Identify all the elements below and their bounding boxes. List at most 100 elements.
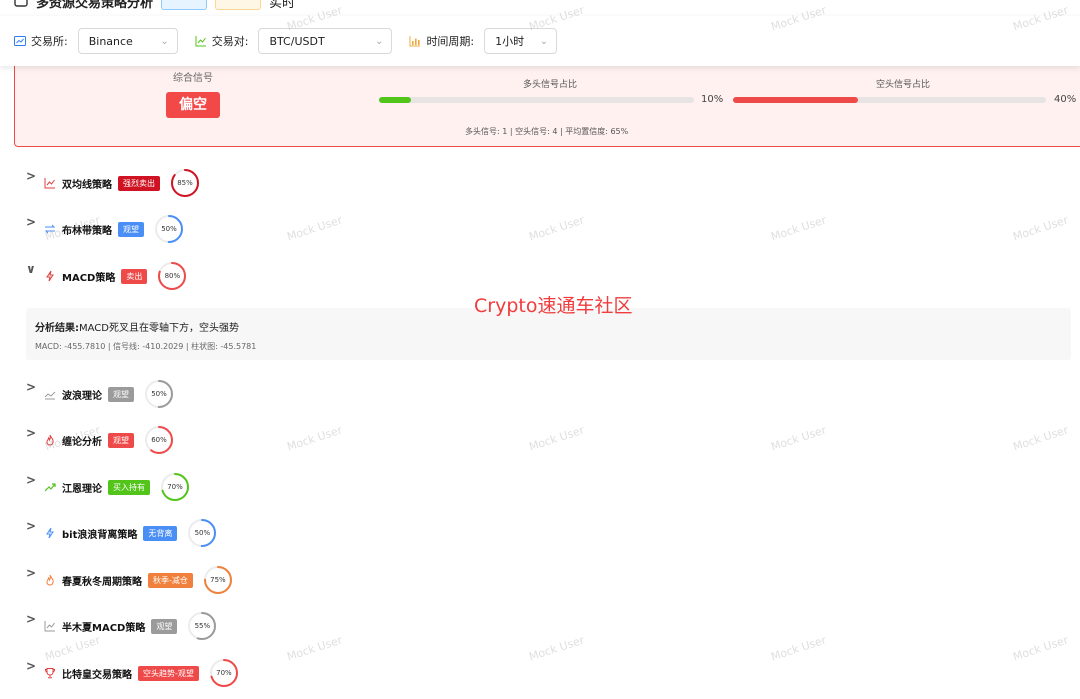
strategy-row[interactable]: > 缠论分析 观望 60% xyxy=(26,423,174,457)
fire-icon xyxy=(42,572,58,588)
strategy-signal-tag: 观望 xyxy=(151,618,178,634)
pair-filter: 交易对: BTC/USDT ⌄ xyxy=(195,28,393,54)
strategy-name: 波浪理论 xyxy=(62,390,102,402)
line-chart-icon xyxy=(195,36,206,47)
filter-bar: 交易所: Binance ⌄ 交易对: BTC/USDT ⌄ 时间周期: 1小时… xyxy=(0,16,1080,66)
confidence-ring: 55% xyxy=(187,611,217,641)
user-watermark: Mock User xyxy=(527,213,586,244)
user-watermark: Mock User xyxy=(769,213,828,244)
chevron-right-icon[interactable]: > xyxy=(26,612,40,626)
lightning-icon xyxy=(42,525,58,541)
analysis-result-text: MACD死叉且在零轴下方，空头强势 xyxy=(79,323,239,334)
title-icon xyxy=(14,0,28,11)
strategy-row[interactable]: > 比特皇交易策略 空头趋势-观望 70% xyxy=(26,656,239,690)
chevron-right-icon[interactable]: > xyxy=(26,473,40,487)
confidence-ring: 50% xyxy=(154,214,184,244)
strategy-signal-tag: 观望 xyxy=(108,432,134,448)
strategy-signal-tag: 无背离 xyxy=(143,525,178,541)
confidence-value: 80% xyxy=(164,272,181,280)
confidence-value: 70% xyxy=(216,669,232,677)
chevron-right-icon[interactable]: > xyxy=(26,519,40,533)
user-watermark: Mock User xyxy=(769,633,828,664)
lightning-icon xyxy=(42,268,58,284)
pair-label: 交易对: xyxy=(211,35,249,48)
user-watermark: Mock User xyxy=(1011,423,1070,454)
strategy-signal-tag: 强烈卖出 xyxy=(118,175,160,191)
confidence-ring: 75% xyxy=(203,565,233,595)
page-title-strip: 多资源交易策略分析 实时 xyxy=(0,0,1080,14)
macd-values: MACD: -455.7810 | 信号线: -410.2029 | 柱状图: … xyxy=(35,342,257,351)
strategy-signal-tag: 秋季-减仓 xyxy=(148,572,193,588)
strategy-name: 江恩理论 xyxy=(62,483,102,495)
pair-select[interactable]: BTC/USDT ⌄ xyxy=(258,28,393,54)
chevron-down-icon: ⌄ xyxy=(160,35,169,47)
swap-arrows-icon xyxy=(42,221,58,237)
user-watermark: Mock User xyxy=(1011,633,1070,664)
summary-card: 综合信号 偏空 多头信号占比 10% 空头信号占比 40% 多头信号: 1 | … xyxy=(14,58,1080,147)
area-chart-icon xyxy=(42,386,58,402)
strategy-row[interactable]: > 布林带策略 观望 50% xyxy=(26,212,184,246)
strategy-name: bit浪浪背离策略 xyxy=(62,529,138,541)
strategy-signal-tag: 观望 xyxy=(108,386,134,402)
short-ratio-bar xyxy=(733,97,1046,103)
confidence-value: 55% xyxy=(194,622,211,630)
strategy-name: MACD策略 xyxy=(62,272,116,284)
user-watermark: Mock User xyxy=(285,213,344,244)
confidence-ring: 70% xyxy=(160,472,190,502)
chevron-right-icon[interactable]: > xyxy=(26,169,40,183)
strategy-signal-tag: 观望 xyxy=(118,221,144,237)
line-chart-icon xyxy=(42,175,58,191)
line-chart-icon xyxy=(42,618,58,634)
period-filter: 时间周期: 1小时 ⌄ xyxy=(409,28,558,54)
strategy-row[interactable]: > bit浪浪背离策略 无背离 50% xyxy=(26,516,217,550)
short-ratio-value: 40% xyxy=(1054,94,1077,105)
chevron-right-icon[interactable]: > xyxy=(26,215,40,229)
strategy-name: 双均线策略 xyxy=(62,179,112,191)
strategy-row[interactable]: ∨ MACD策略 卖出 80% xyxy=(26,259,187,293)
chevron-right-icon[interactable]: > xyxy=(26,380,40,394)
bar-chart-icon xyxy=(409,36,421,47)
status-badge xyxy=(215,0,262,10)
exchange-label: 交易所: xyxy=(31,35,68,48)
confidence-value: 75% xyxy=(210,576,226,584)
analysis-result-label: 分析结果: xyxy=(35,323,79,334)
trophy-icon xyxy=(42,665,58,681)
period-select[interactable]: 1小时 ⌄ xyxy=(484,28,558,54)
user-watermark: Mock User xyxy=(527,633,586,664)
strategy-row[interactable]: > 半木夏MACD策略 观望 55% xyxy=(26,609,217,643)
community-watermark: Crypto速通车社区 xyxy=(474,295,633,317)
long-ratio-fill xyxy=(379,97,411,103)
chevron-right-icon[interactable]: > xyxy=(26,566,40,580)
trend-up-icon xyxy=(42,479,58,495)
user-watermark: Mock User xyxy=(285,633,344,664)
strategy-name: 缠论分析 xyxy=(62,436,102,448)
confidence-value: 50% xyxy=(151,390,167,398)
long-ratio-value: 10% xyxy=(701,94,724,105)
strategy-signal-tag: 卖出 xyxy=(121,268,148,284)
strategy-row[interactable]: > 波浪理论 观望 50% xyxy=(26,377,174,411)
overall-signal: 综合信号 偏空 xyxy=(163,69,223,118)
realtime-label: 实时 xyxy=(269,0,296,11)
status-badge xyxy=(161,0,208,10)
chevron-right-icon[interactable]: > xyxy=(26,426,40,440)
exchange-select[interactable]: Binance ⌄ xyxy=(77,28,178,54)
chevron-down-icon: ⌄ xyxy=(375,35,384,47)
confidence-value: 60% xyxy=(151,436,167,444)
strategy-name: 半木夏MACD策略 xyxy=(62,622,146,634)
strategy-row[interactable]: > 江恩理论 买入持有 70% xyxy=(26,470,190,504)
confidence-ring: 50% xyxy=(144,379,174,409)
confidence-ring: 70% xyxy=(209,658,239,688)
user-watermark: Mock User xyxy=(1011,213,1070,244)
strategy-row[interactable]: > 双均线策略 强烈卖出 85% xyxy=(26,166,200,200)
strategy-row[interactable]: > 春夏秋冬周期策略 秋季-减仓 75% xyxy=(26,563,233,597)
overall-signal-label: 综合信号 xyxy=(173,73,213,84)
user-watermark: Mock User xyxy=(285,423,344,454)
bar-chart-square-icon xyxy=(14,36,26,46)
period-label: 时间周期: xyxy=(426,35,475,48)
user-watermark: Mock User xyxy=(769,423,828,454)
chevron-down-icon: ⌄ xyxy=(539,35,549,47)
confidence-ring: 80% xyxy=(157,261,187,291)
user-watermark: Mock User xyxy=(527,423,586,454)
chevron-down-icon[interactable]: ∨ xyxy=(26,262,40,276)
chevron-right-icon[interactable]: > xyxy=(26,659,40,673)
